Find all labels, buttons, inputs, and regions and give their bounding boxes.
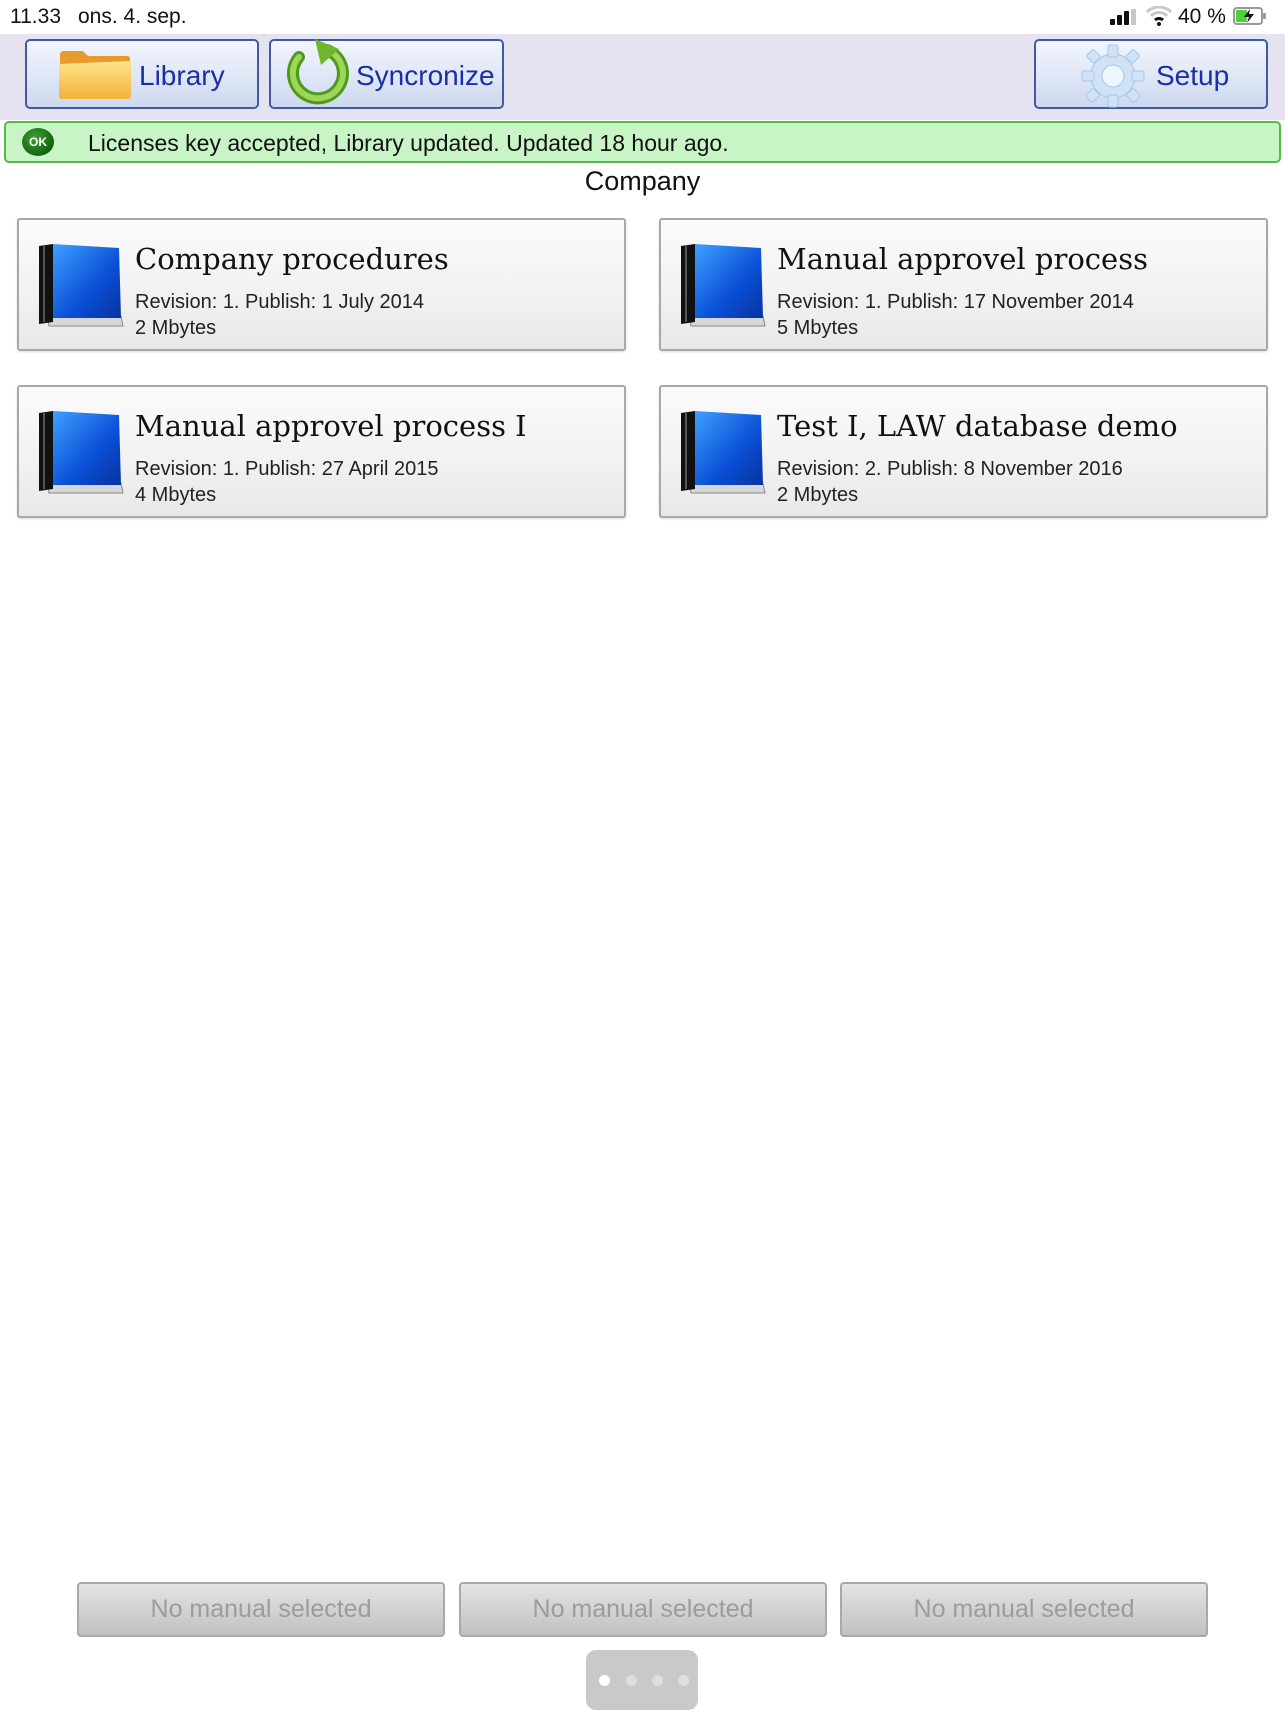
book-icon	[681, 411, 766, 494]
refresh-icon	[286, 39, 349, 105]
manual-card[interactable]: Manual approvel process I Revision: 1. P…	[17, 385, 626, 518]
book-icon	[681, 244, 766, 327]
manual-revision: Revision: 2. Publish: 8 November 2016	[777, 458, 1123, 480]
setup-button[interactable]: Setup	[1034, 39, 1268, 109]
manual-slot-button-2[interactable]: No manual selected	[459, 1582, 827, 1637]
status-date: ons. 4. sep.	[78, 5, 187, 28]
library-label: Library	[139, 60, 225, 91]
manual-revision: Revision: 1. Publish: 17 November 2014	[777, 291, 1134, 313]
cellular-signal-icon	[1110, 9, 1136, 25]
folder-icon	[59, 51, 131, 99]
page-indicator[interactable]	[586, 1650, 698, 1710]
manual-card[interactable]: Test I, LAW database demo Revision: 2. P…	[659, 385, 1268, 518]
manual-revision: Revision: 1. Publish: 27 April 2015	[135, 458, 439, 480]
manual-title: Test I, LAW database demo	[777, 409, 1178, 443]
status-banner: OK Licenses key accepted, Library update…	[4, 121, 1281, 163]
manual-title: Company procedures	[135, 242, 449, 276]
manual-size: 4 Mbytes	[135, 484, 217, 506]
syncronize-label: Syncronize	[356, 60, 495, 91]
manual-title: Manual approvel process	[777, 242, 1148, 276]
page-dot-4[interactable]	[678, 1675, 689, 1686]
manual-size: 5 Mbytes	[777, 317, 859, 339]
page-dot-3[interactable]	[652, 1675, 663, 1686]
battery-percent: 40 %	[1178, 5, 1226, 28]
page-dot-2[interactable]	[626, 1675, 637, 1686]
manual-slot-button-1[interactable]: No manual selected	[77, 1582, 445, 1637]
status-bar: 11.33 ons. 4. sep. 40 %	[0, 0, 1285, 34]
manual-revision: Revision: 1. Publish: 1 July 2014	[135, 291, 425, 313]
book-icon	[39, 244, 124, 327]
manual-title: Manual approvel process I	[135, 409, 527, 443]
battery-charging-icon	[1233, 7, 1266, 25]
page-dot-1[interactable]	[599, 1675, 610, 1686]
gear-icon	[1081, 44, 1145, 108]
manual-card[interactable]: Manual approvel process Revision: 1. Pub…	[659, 218, 1268, 351]
ok-badge-icon: OK	[22, 128, 54, 156]
syncronize-button[interactable]: Syncronize	[269, 39, 504, 109]
status-message: Licenses key accepted, Library updated. …	[88, 130, 729, 156]
manual-card[interactable]: Company procedures Revision: 1. Publish:…	[17, 218, 626, 351]
manual-size: 2 Mbytes	[135, 317, 217, 339]
toolbar: Library Syncronize Setup	[0, 34, 1285, 120]
section-title: Company	[584, 166, 701, 196]
wifi-icon	[1146, 6, 1172, 26]
manual-size: 2 Mbytes	[777, 484, 859, 506]
setup-label: Setup	[1156, 60, 1230, 91]
library-button[interactable]: Library	[25, 39, 259, 109]
book-icon	[39, 411, 124, 494]
status-time: 11.33	[10, 5, 61, 28]
manual-slot-button-3[interactable]: No manual selected	[840, 1582, 1208, 1637]
